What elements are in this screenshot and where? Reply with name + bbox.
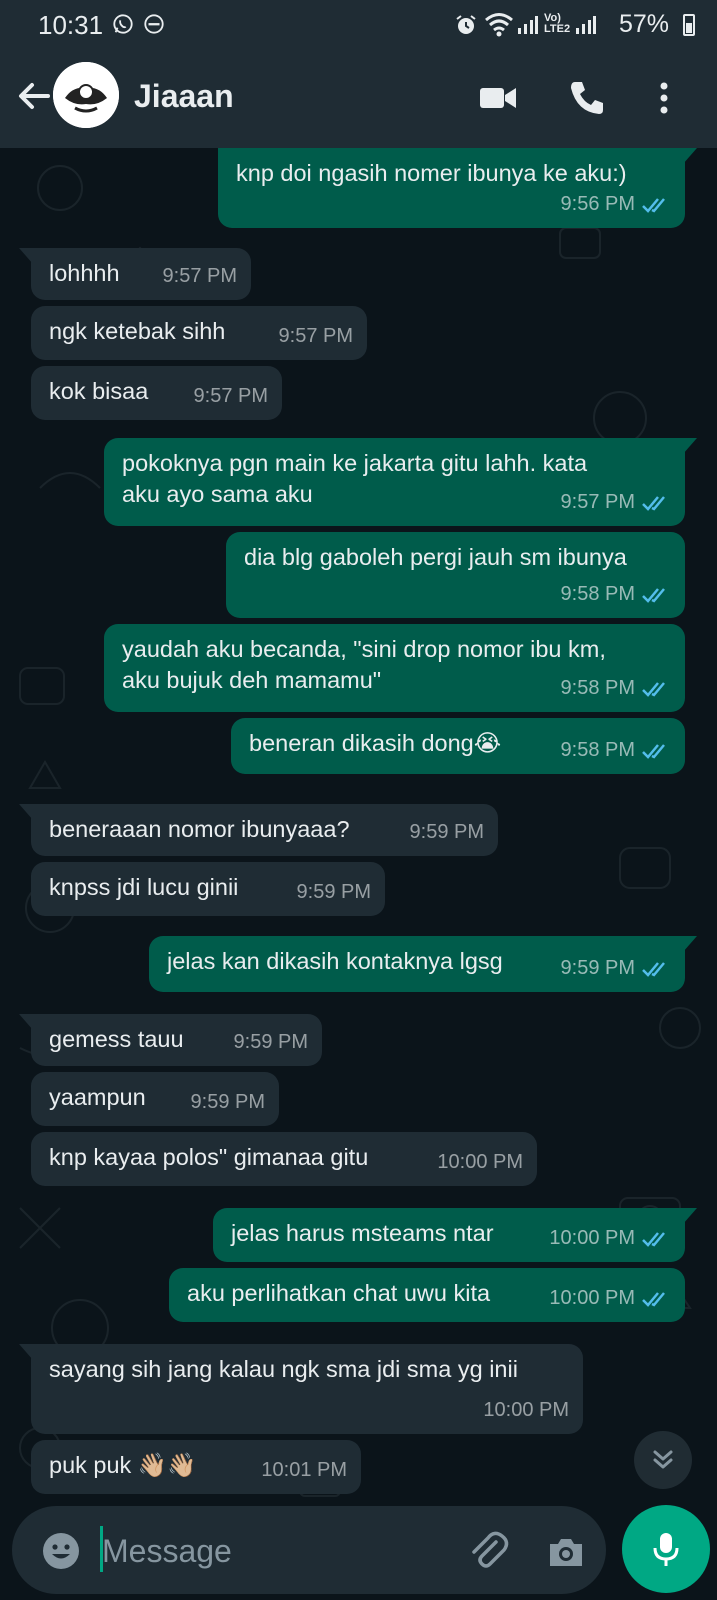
- read-ticks-icon: [642, 961, 665, 977]
- video-call-icon[interactable]: [476, 76, 520, 120]
- message-bubble-incoming[interactable]: beneraaan nomor ibunyaaa? 9:59 PM: [19, 804, 498, 856]
- message-time: 10:01 PM: [261, 1459, 347, 1481]
- battery-icon: [683, 14, 695, 36]
- message-time: 9:59 PM: [560, 957, 635, 979]
- status-time: 10:31: [38, 10, 104, 40]
- camera-icon[interactable]: [544, 1530, 588, 1574]
- message-meta: 9:57 PM: [279, 321, 353, 352]
- message-input-pill[interactable]: [12, 1506, 606, 1594]
- message-bubble-outgoing[interactable]: dia blg gaboleh pergi jauh sm ibunya 9:5…: [226, 532, 685, 618]
- message-time: 9:57 PM: [162, 265, 237, 287]
- signal-icon-2: [576, 16, 596, 34]
- message-text: sayang sih jang kalau ngk sma jdi sma yg…: [49, 1356, 518, 1382]
- message-time: 9:58 PM: [560, 677, 635, 699]
- message-meta: 9:57 PM: [194, 381, 268, 412]
- message-meta: 9:59 PM: [234, 1027, 308, 1058]
- wifi-icon: [485, 13, 513, 37]
- message-time: 10:00 PM: [549, 1227, 635, 1249]
- alarm-icon: [456, 15, 476, 34]
- voice-message-button[interactable]: [622, 1505, 710, 1593]
- message-time: 9:59 PM: [409, 821, 484, 843]
- message-meta: 9:59 PM: [297, 877, 371, 908]
- message-input-bar: [0, 1500, 717, 1600]
- message-meta: 9:59 PM: [561, 953, 671, 984]
- message-time: 9:57 PM: [278, 325, 353, 347]
- message-time: 9:57 PM: [193, 385, 268, 407]
- status-bar: 10:31 Vo) LTE2 57%: [0, 0, 717, 50]
- message-bubble-outgoing[interactable]: beneran dikasih dong😭 9:58 PM: [231, 718, 685, 774]
- chat-header: Jiaaan: [0, 50, 717, 148]
- message-time: 9:58 PM: [560, 739, 635, 761]
- message-bubble-outgoing[interactable]: yaudah aku becanda, "sini drop nomor ibu…: [104, 624, 685, 712]
- message-time: 9:59 PM: [190, 1091, 265, 1113]
- read-ticks-icon: [642, 681, 665, 697]
- message-bubble-incoming[interactable]: gemess tauu 9:59 PM: [19, 1014, 322, 1066]
- message-time: 10:00 PM: [483, 1399, 569, 1421]
- message-bubble-outgoing[interactable]: pokoknya pgn main ke jakarta gitu lahh. …: [104, 438, 697, 526]
- battery-percent: 57%: [618, 10, 669, 38]
- message-bubble-outgoing[interactable]: aku perlihatkan chat uwu kita 10:00 PM: [169, 1268, 685, 1322]
- message-bubble-incoming[interactable]: sayang sih jang kalau ngk sma jdi sma yg…: [19, 1344, 583, 1434]
- contact-avatar[interactable]: [53, 62, 119, 128]
- message-time: 10:00 PM: [549, 1287, 635, 1309]
- signal-icon: [518, 16, 538, 34]
- message-bubble-incoming[interactable]: ngk ketebak sihh 9:57 PM: [31, 306, 367, 360]
- message-meta: 9:59 PM: [410, 817, 484, 848]
- message-text: knp doi ngasih nomer ibunya ke aku:): [236, 160, 627, 186]
- message-meta: 10:00 PM: [437, 1147, 523, 1178]
- more-options-icon[interactable]: [642, 76, 686, 120]
- do-not-disturb-icon: [144, 14, 164, 34]
- read-ticks-icon: [642, 197, 665, 213]
- message-bubble-outgoing[interactable]: jelas kan dikasih kontaknya lgsg 9:59 PM: [149, 936, 697, 992]
- read-ticks-icon: [642, 495, 665, 511]
- voice-call-icon[interactable]: [565, 76, 609, 120]
- message-meta: 10:00 PM: [483, 1395, 569, 1426]
- message-time: 9:58 PM: [560, 583, 635, 605]
- message-meta: 10:00 PM: [549, 1223, 671, 1254]
- message-meta: 9:58 PM: [561, 673, 671, 704]
- message-text: dia blg gaboleh pergi jauh sm ibunya: [244, 544, 627, 570]
- message-input[interactable]: [100, 1526, 424, 1576]
- emoji-icon[interactable]: [40, 1530, 82, 1572]
- back-arrow-icon[interactable]: [14, 76, 54, 116]
- double-chevron-down-icon: [653, 1450, 673, 1469]
- text-caret: [100, 1526, 103, 1572]
- message-time: 9:56 PM: [560, 193, 635, 215]
- avatar-image: [53, 62, 119, 128]
- message-bubble-incoming[interactable]: yaampun 9:59 PM: [31, 1072, 279, 1126]
- message-meta: 9:57 PM: [163, 261, 237, 292]
- message-meta: 9:57 PM: [561, 487, 671, 518]
- message-meta: 10:01 PM: [261, 1455, 347, 1486]
- read-ticks-icon: [642, 1231, 665, 1247]
- read-ticks-icon: [642, 587, 665, 603]
- microphone-icon: [653, 1533, 679, 1566]
- message-time: 10:00 PM: [437, 1151, 523, 1173]
- message-bubble-incoming[interactable]: knpss jdi lucu ginii 9:59 PM: [31, 862, 385, 916]
- paperclip-icon[interactable]: [466, 1528, 512, 1574]
- chat-area[interactable]: knp doi ngasih nomer ibunya ke aku:) 9:5…: [0, 148, 717, 1500]
- message-bubble-incoming[interactable]: kok bisaa 9:57 PM: [31, 366, 282, 420]
- message-meta: 9:58 PM: [561, 735, 671, 766]
- message-meta: 9:59 PM: [191, 1087, 265, 1118]
- message-bubble-incoming[interactable]: lohhhh 9:57 PM: [19, 248, 251, 300]
- read-ticks-icon: [642, 743, 665, 759]
- message-bubble-outgoing[interactable]: knp doi ngasih nomer ibunya ke aku:) 9:5…: [218, 148, 697, 228]
- contact-name[interactable]: Jiaaan: [134, 78, 234, 115]
- message-bubble-incoming[interactable]: knp kayaa polos" gimanaa gitu 10:00 PM: [31, 1132, 537, 1186]
- message-bubble-outgoing[interactable]: jelas harus msteams ntar 10:00 PM: [213, 1208, 697, 1262]
- message-bubble-incoming[interactable]: puk puk 👋🏼👋🏼 10:01 PM: [31, 1440, 361, 1494]
- scroll-to-bottom-button[interactable]: [634, 1431, 692, 1489]
- read-ticks-icon: [642, 1291, 665, 1307]
- network-label: Vo) LTE2: [544, 12, 571, 35]
- message-time: 9:59 PM: [233, 1031, 308, 1053]
- message-meta: 9:58 PM: [561, 579, 671, 610]
- message-time: 9:59 PM: [296, 881, 371, 903]
- message-meta: 9:56 PM: [561, 189, 671, 220]
- whatsapp-notification-icon: [113, 14, 133, 34]
- message-meta: 10:00 PM: [549, 1283, 671, 1314]
- message-time: 9:57 PM: [560, 491, 635, 513]
